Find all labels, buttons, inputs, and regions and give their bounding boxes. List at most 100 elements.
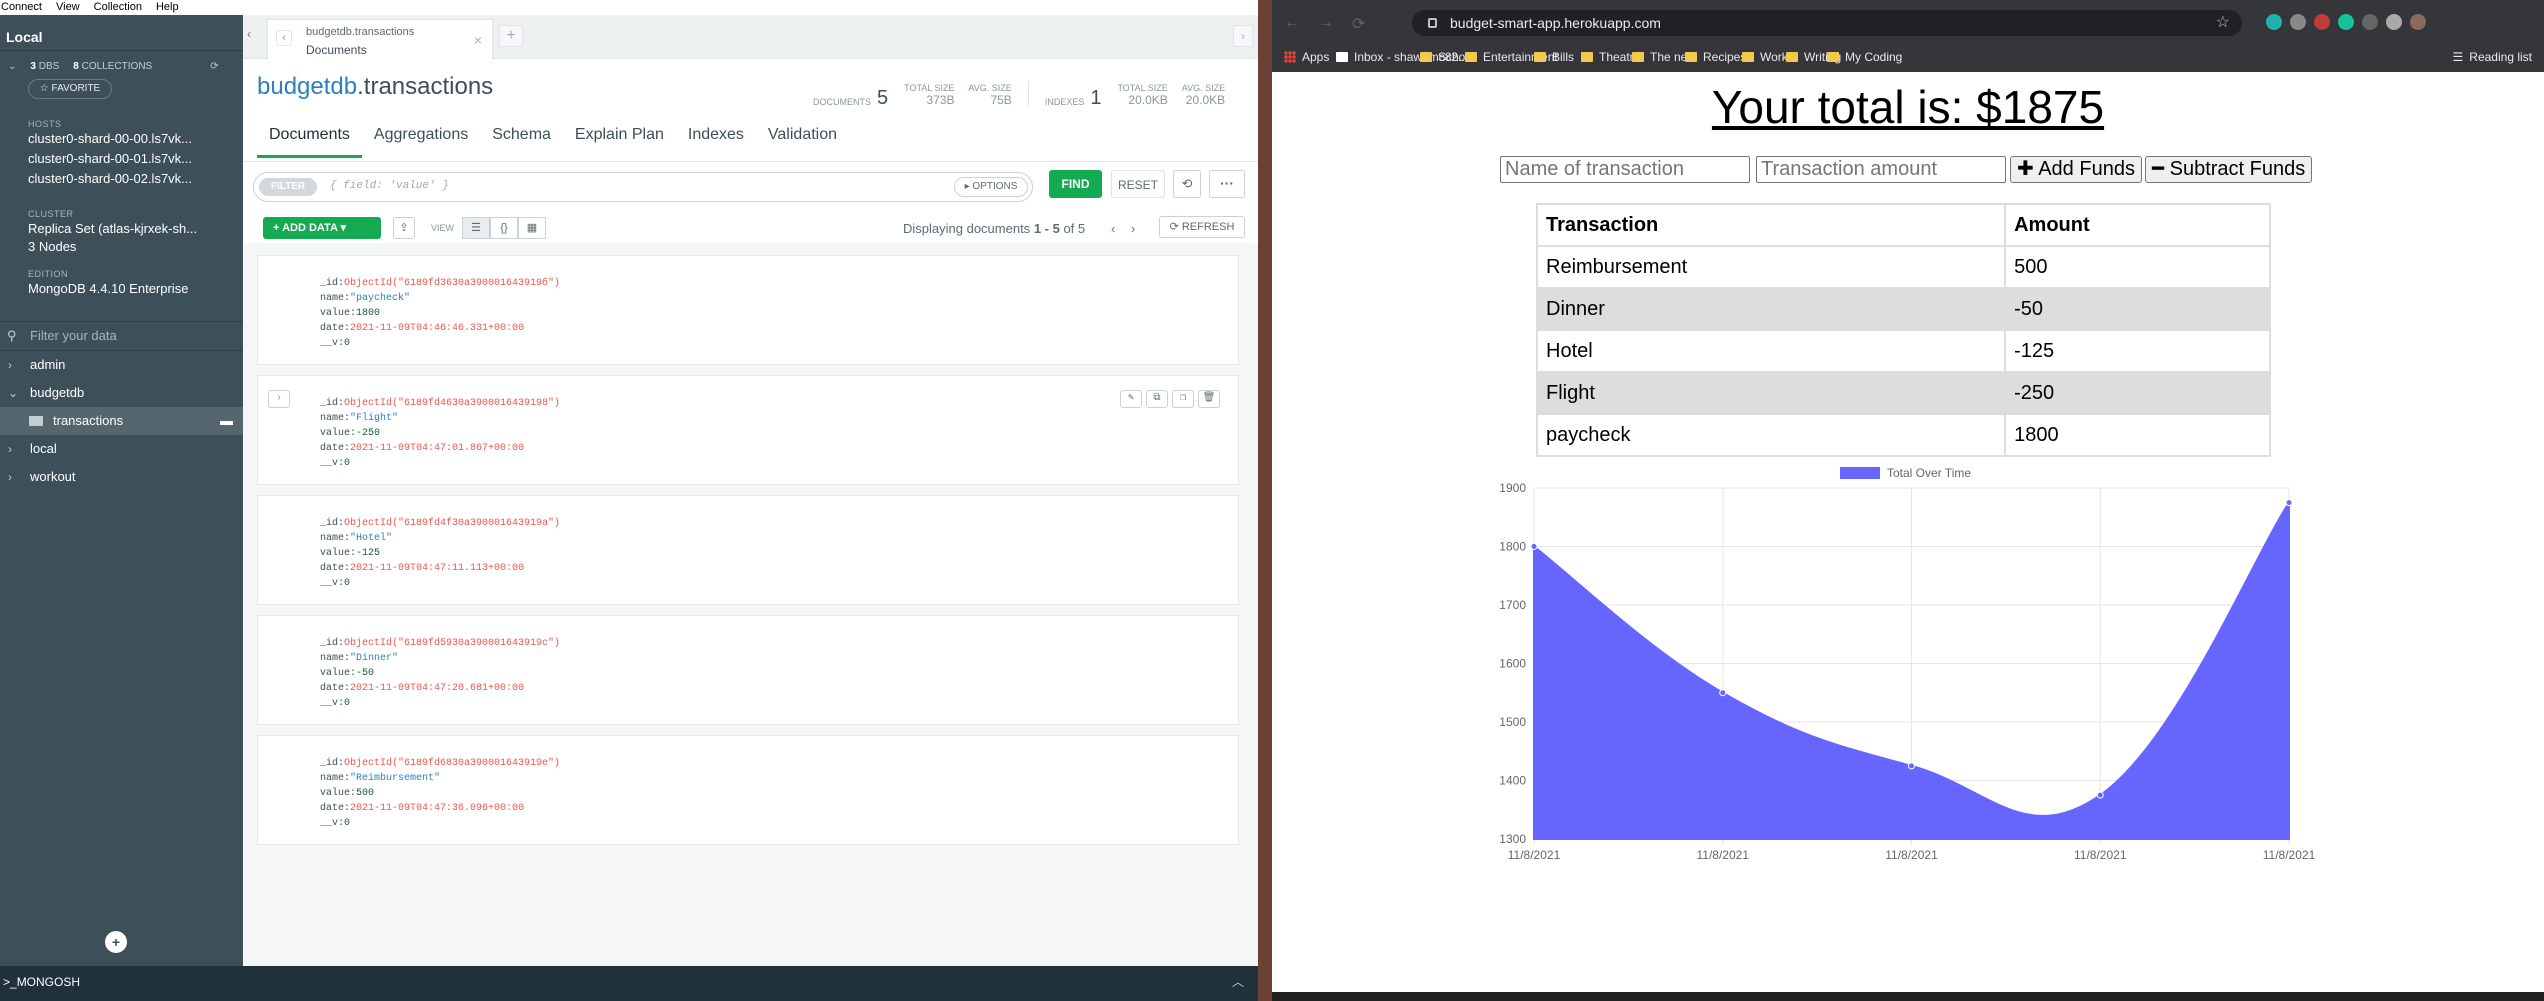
new-tab-button[interactable]: + <box>499 25 523 47</box>
json-view-icon[interactable]: {} <box>490 217 518 239</box>
db-label: local <box>30 441 57 456</box>
options-button[interactable]: ▸ OPTIONS <box>954 177 1028 197</box>
reload-icon[interactable]: ⟳ <box>1352 14 1365 34</box>
export-icon[interactable]: ⇪ <box>393 217 415 239</box>
reading-list-label: Reading list <box>2469 50 2532 64</box>
expand-icon[interactable]: › <box>268 390 290 408</box>
tab-indexes[interactable]: Indexes <box>676 118 756 158</box>
menu-view[interactable]: View <box>56 0 80 15</box>
document-field: value:-125 <box>320 546 1238 561</box>
forward-icon[interactable]: → <box>1318 14 1334 34</box>
document-card[interactable]: _id:ObjectId("6189fd4630a3900016439198")… <box>257 375 1239 485</box>
field-key: name: <box>320 653 351 664</box>
displaying-range: 1 - 5 <box>1033 221 1060 236</box>
bookmark-item[interactable]: Recipes <box>1685 50 1746 64</box>
add-database-button[interactable]: + <box>105 931 127 953</box>
avg-size-label: AVG. SIZE <box>968 83 1012 93</box>
star-icon[interactable]: ☆ <box>2216 10 2230 36</box>
bookmark-item[interactable]: Work <box>1742 50 1788 64</box>
data-point <box>2096 791 2104 799</box>
extension-icon[interactable] <box>2314 14 2330 30</box>
document-card[interactable]: _id:ObjectId("6189fd6830a390001643919e")… <box>257 735 1239 845</box>
more-options-icon[interactable]: ··· <box>1209 170 1245 198</box>
document-field: __v:0 <box>320 576 1238 591</box>
tab-documents[interactable]: Documents <box>257 118 362 158</box>
refresh-button[interactable]: ⟳ REFRESH <box>1159 216 1245 238</box>
reset-button[interactable]: RESET <box>1111 170 1165 198</box>
filter-bar[interactable]: FILTER { field: 'value' } ▸ OPTIONS <box>253 172 1033 202</box>
filter-input[interactable]: { field: 'value' } <box>330 180 449 192</box>
field-key: name: <box>320 533 351 544</box>
collection-name: .transactions <box>357 73 494 100</box>
document-field: _id:ObjectId("6189fd6830a390001643919e") <box>320 756 1238 771</box>
host-item: cluster0-shard-00-01.ls7vk... <box>28 151 193 166</box>
compass-window: Connect View Collection Help Local ⌄ 3 D… <box>0 0 1258 1001</box>
tab-validation[interactable]: Validation <box>756 118 849 158</box>
favorite-button[interactable]: ☆ FAVORITE <box>28 79 112 99</box>
displaying-total: of 5 <box>1063 221 1086 236</box>
page-title: budgetdb.transactions <box>257 73 493 101</box>
puzzle-icon[interactable] <box>2386 14 2402 30</box>
reading-list-icon: ☰ <box>2452 50 2464 64</box>
field-key: date: <box>320 803 351 814</box>
menu-collection[interactable]: Collection <box>94 0 142 15</box>
chevron-left-icon[interactable]: ‹ <box>247 27 251 41</box>
sidebar-db-budgetdb[interactable]: ⌄ budgetdb <box>0 379 243 407</box>
sidebar-db-admin[interactable]: › admin <box>0 351 243 379</box>
document-card[interactable]: _id:ObjectId("6189fd3630a390001643919б")… <box>257 255 1239 365</box>
document-card[interactable]: _id:ObjectId("6189fd5930a390001643919c")… <box>257 615 1239 725</box>
clone-icon[interactable]: ❐ <box>1172 390 1194 408</box>
close-icon[interactable]: × <box>474 32 482 48</box>
list-view-icon[interactable]: ☰ <box>462 217 490 239</box>
index-total-size-label: TOTAL SIZE <box>1117 83 1168 93</box>
more-icon[interactable]: ▬ <box>220 407 233 435</box>
copy-icon[interactable]: ⧉ <box>1146 390 1168 408</box>
document-field: __v:0 <box>320 336 1238 351</box>
history-icon[interactable]: ⟲ <box>1173 170 1201 198</box>
document-card[interactable]: _id:ObjectId("6189fd4f30a390001643919a")… <box>257 495 1239 605</box>
sidebar-db-local[interactable]: › local <box>0 435 243 463</box>
delete-icon[interactable]: 🗑 <box>1198 390 1220 408</box>
field-value: "Hotel" <box>350 533 393 544</box>
table-view-icon[interactable]: ▦ <box>518 217 546 239</box>
prev-page-icon[interactable]: ‹ <box>1111 221 1115 236</box>
chevron-down-icon[interactable]: ⌄ <box>8 61 16 72</box>
grammarly-icon[interactable] <box>2338 14 2354 30</box>
menu-connect[interactable]: Connect <box>1 0 42 15</box>
field-key: date: <box>320 683 351 694</box>
address-bar[interactable]: budget-smart-app.herokuapp.com ☆ <box>1412 10 2242 36</box>
next-page-icon[interactable]: › <box>1131 221 1135 236</box>
sidebar-collection-transactions[interactable]: transactions ▬ <box>0 407 243 435</box>
mongosh-bar[interactable]: >_MONGOSH ︿ <box>0 966 1258 1001</box>
filter-pill: FILTER <box>259 178 317 196</box>
add-data-button[interactable]: + ADD DATA ▾ <box>263 217 381 239</box>
field-key: value: <box>320 308 357 319</box>
find-button[interactable]: FIND <box>1049 170 1102 198</box>
chevron-left-icon[interactable]: ‹ <box>276 30 292 46</box>
bookmark-item[interactable]: My Coding <box>1827 50 1902 64</box>
document-field: date:2021-11-09T04:47:01.867+00:00 <box>320 441 1238 456</box>
bookmark-item[interactable]: Bills <box>1534 50 1574 64</box>
mongosh-label: _MONGOSH <box>10 975 81 989</box>
menu-help[interactable]: Help <box>156 0 179 15</box>
edit-icon[interactable]: ✎ <box>1120 390 1142 408</box>
reading-list[interactable]: ☰ Reading list <box>2453 50 2532 64</box>
extension-icon[interactable] <box>2290 14 2306 30</box>
extension-icon[interactable] <box>2266 14 2282 30</box>
tab-schema[interactable]: Schema <box>480 118 563 158</box>
chevron-right-icon[interactable]: › <box>1233 25 1253 47</box>
chevron-up-icon[interactable]: ︿ <box>1232 966 1244 998</box>
sidebar-filter[interactable]: ⚲ Filter your data <box>0 321 243 351</box>
bookmark-item[interactable]: Apps <box>1284 50 1329 64</box>
back-icon[interactable]: ← <box>1284 14 1300 34</box>
tab-budgetdb-transactions[interactable]: ‹ budgetdb.transactions Documents × <box>267 19 493 59</box>
field-key: _id: <box>320 518 345 529</box>
field-value: ObjectId("6189fd6830a390001643919e") <box>344 758 561 769</box>
avatar[interactable] <box>2410 14 2426 30</box>
tab-aggregations[interactable]: Aggregations <box>362 118 480 158</box>
extension-icon[interactable] <box>2362 14 2378 30</box>
tab-explain-plan[interactable]: Explain Plan <box>563 118 676 158</box>
sidebar-db-workout[interactable]: › workout <box>0 463 243 491</box>
collection-tabs: Documents Aggregations Schema Explain Pl… <box>257 118 849 158</box>
refresh-icon[interactable]: ⟳ <box>210 61 218 72</box>
